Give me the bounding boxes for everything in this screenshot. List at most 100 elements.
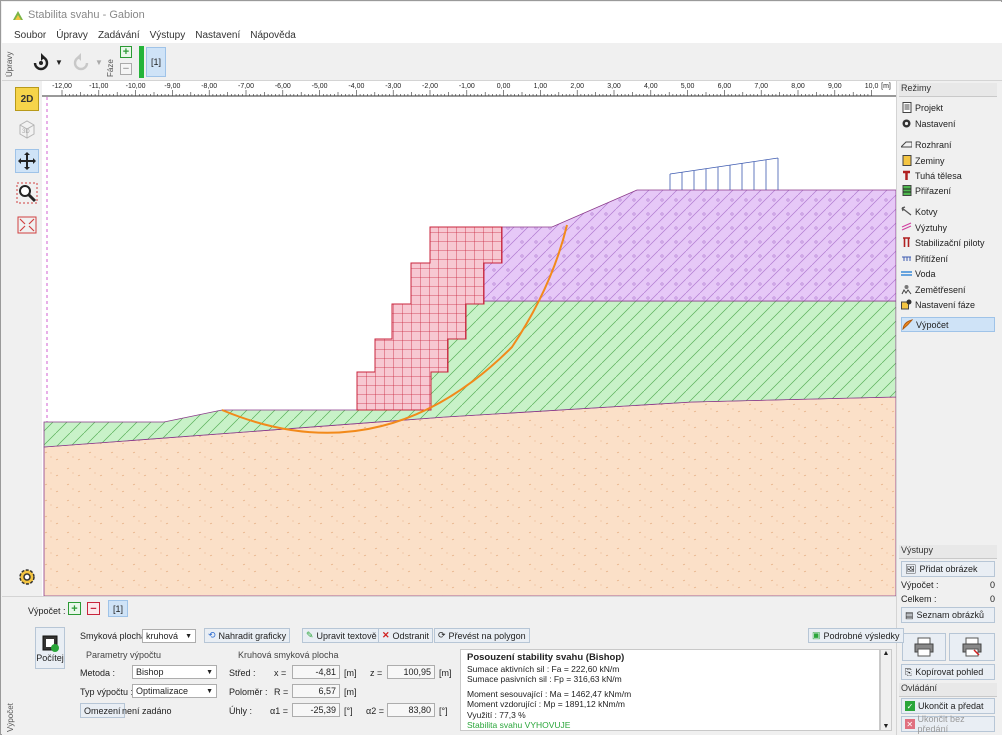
calculation-panel: Výpočet Výpočet : + − [1] Počítej Smykov… (2, 596, 904, 735)
angle-a2-field[interactable]: 83,80 (387, 703, 435, 717)
mode-interfaces[interactable]: Rozhraní (901, 137, 995, 152)
remove-x-icon: ✕ (382, 630, 390, 640)
undo-dropdown-icon[interactable]: ▼ (54, 57, 64, 67)
pencil-icon: ✎ (306, 630, 314, 640)
phase-settings-icon (901, 299, 912, 310)
ruler-tick-label: 9,00 (827, 83, 842, 90)
results-title: Posouzení stability svahu (Bishop) (467, 652, 625, 663)
view-3d-button[interactable]: 3D (15, 117, 39, 141)
convert-polygon-button[interactable]: ⟳ Převést na polygon (434, 628, 530, 643)
redo-dropdown-icon[interactable]: ▼ (94, 57, 104, 67)
menu-outputs[interactable]: Výstupy (150, 30, 186, 41)
copy-view-button[interactable]: ⎘ Kopírovat pohled (901, 664, 995, 680)
view-2d-button[interactable]: 2D (15, 87, 39, 111)
ruler-tick-label: -5,00 (311, 83, 328, 90)
mode-surcharge[interactable]: Přitížení (901, 251, 995, 266)
settings-button[interactable] (15, 565, 39, 589)
mode-settings-label: Nastavení (915, 118, 956, 129)
mode-assignment[interactable]: Přiřazení (901, 183, 995, 198)
menu-help[interactable]: Nápověda (250, 30, 296, 41)
calc-tabs-label: Výpočet : (28, 606, 66, 616)
ruler-tick-label: -11,00 (89, 83, 109, 90)
copy-view-label: Kopírovat pohled (915, 667, 984, 677)
main-toolbar: Úpravy ▼ ▼ Fáze + − [1] (2, 43, 1002, 81)
ruler-tick-label: -9,00 (164, 83, 181, 90)
add-phase-button[interactable]: + (120, 46, 132, 58)
remove-phase-button[interactable]: − (120, 63, 132, 75)
anchor-icon (901, 206, 912, 217)
mode-settings[interactable]: Nastavení (901, 116, 995, 131)
mode-rigid-bodies[interactable]: Tuhá tělesa (901, 168, 995, 183)
drawing-canvas[interactable]: [m] -12,00 -11,00 -10,00 -9,00 -8,00 -7,00 -6,… (42, 81, 896, 596)
menu-input[interactable]: Zadávání (98, 30, 140, 41)
a1-label: α1 = (270, 706, 288, 716)
details-icon: ▣ (812, 630, 821, 640)
ruler-tick-label: 1,00 (533, 83, 548, 90)
chevron-down-icon: ▼ (185, 632, 192, 640)
mode-soils-label: Zeminy (915, 155, 945, 166)
method-select[interactable]: Bishop ▼ (132, 665, 217, 679)
params-title: Parametry výpočtu (86, 650, 162, 660)
mode-reinforcements[interactable]: Výztuhy (901, 220, 995, 235)
control-header: Ovládání (899, 683, 997, 697)
scroll-up-icon[interactable]: ▲ (881, 650, 891, 657)
ruler-tick-label: -7,00 (238, 83, 254, 90)
result-line: Moment sesouvající : Ma = 1462,47 kNm/m (467, 688, 632, 699)
replace-graphic-button[interactable]: ⟲ Nahradit graficky (204, 628, 291, 643)
mode-soils[interactable]: Zeminy (901, 153, 995, 168)
slip-surface-label: Smyková plocha : (80, 631, 152, 641)
mode-piles[interactable]: Stabilizační piloty (901, 235, 995, 250)
ruler-tick-label: 6,00 (717, 83, 732, 90)
result-line: Sumace pasivních sil : Fp = 316,63 kN/m (467, 674, 622, 684)
add-image-button[interactable]: 🖼 Přidat obrázek (901, 561, 995, 577)
calc-type-select[interactable]: Optimalizace ▼ (132, 684, 217, 698)
mode-anchors[interactable]: Kotvy (901, 204, 995, 219)
mode-earthquake[interactable]: Zemětřesení (901, 282, 995, 297)
print-preview-button[interactable] (949, 633, 995, 661)
menu-settings[interactable]: Nastavení (195, 30, 240, 41)
angles-label: Úhly : (229, 706, 253, 716)
ruler-tick-label: 2,00 (570, 83, 584, 90)
chevron-down-icon: ▼ (206, 668, 213, 676)
printer-preview-icon (962, 637, 982, 657)
r-label: R = (274, 687, 289, 697)
finish-button[interactable]: ✓ Ukončit a předat (901, 698, 995, 714)
finish-label: Ukončit a předat (918, 701, 984, 711)
ruler-tick-label: -10,00 (125, 83, 146, 90)
compute-button[interactable]: Počítej (35, 627, 65, 669)
zoom-button[interactable] (15, 181, 39, 205)
mode-project[interactable]: Projekt (901, 100, 995, 115)
results-scrollbar[interactable]: ▲ ▼ (880, 649, 892, 731)
pan-button[interactable] (15, 149, 39, 173)
mode-water[interactable]: Voda (901, 266, 995, 281)
mode-phase-settings[interactable]: Nastavení fáze (901, 297, 995, 312)
rigid-body-icon (901, 170, 912, 181)
phase-indicator (139, 46, 144, 78)
undo-button[interactable] (28, 51, 54, 75)
slip-surface-select[interactable]: kruhová ▼ (142, 629, 196, 643)
mode-calculation[interactable]: Výpočet (901, 317, 995, 332)
add-calc-button[interactable]: + (68, 602, 81, 615)
close-icon: ✕ (905, 719, 915, 729)
radius-field[interactable]: 6,57 (292, 684, 340, 698)
remove-calc-button[interactable]: − (87, 602, 100, 615)
a2-label: α2 = (366, 706, 384, 716)
edit-text-button[interactable]: ✎ Upravit textově (302, 628, 381, 643)
finish-no-transfer-button[interactable]: ✕ Ukončit bez předání (901, 714, 995, 734)
calc-tab-1[interactable]: [1] (108, 600, 128, 617)
menu-file[interactable]: Soubor (14, 30, 46, 41)
phase-tab-1[interactable]: [1] (146, 47, 166, 77)
limits-button[interactable]: Omezení (80, 703, 125, 718)
remove-button[interactable]: ✕ Odstranit (378, 628, 434, 643)
ruler-tick-label: -3,00 (385, 83, 402, 90)
print-button[interactable] (902, 633, 946, 661)
zoom-extents-button[interactable] (15, 213, 39, 237)
angle-a1-field[interactable]: -25,39 (292, 703, 340, 717)
center-z-field[interactable]: 100,95 (387, 665, 435, 679)
redo-button[interactable] (68, 51, 94, 75)
center-x-field[interactable]: -4,81 (292, 665, 340, 679)
detailed-results-button[interactable]: ▣ Podrobné výsledky (808, 628, 904, 643)
menu-edit[interactable]: Úpravy (56, 30, 88, 41)
scroll-down-icon[interactable]: ▼ (881, 723, 891, 730)
image-list-button[interactable]: ▤ Seznam obrázků (901, 607, 995, 623)
